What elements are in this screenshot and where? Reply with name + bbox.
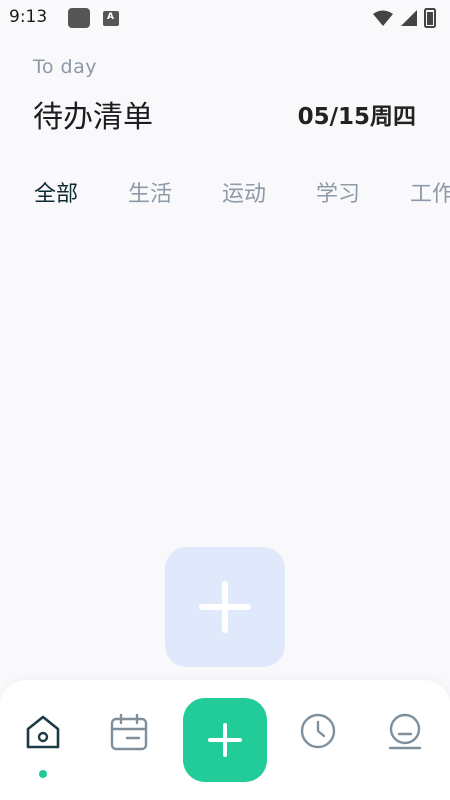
- tab-life[interactable]: 生活: [128, 176, 172, 208]
- header-subtitle: To day: [33, 56, 97, 78]
- app-a-notification-icon: [103, 11, 119, 26]
- date-display: 05/15周四: [297, 104, 416, 130]
- clock-icon: [300, 713, 336, 749]
- profile-icon: [388, 713, 422, 750]
- active-indicator-dot: [39, 770, 47, 778]
- tab-study[interactable]: 学习: [316, 176, 360, 208]
- bottom-navigation: [0, 680, 450, 800]
- tab-work[interactable]: 工作: [410, 176, 450, 208]
- status-bar: 9:13: [0, 0, 450, 36]
- status-time: 9:13: [9, 7, 48, 27]
- nav-clock[interactable]: [298, 712, 338, 752]
- nav-home[interactable]: [23, 712, 63, 752]
- tab-sports[interactable]: 运动: [222, 176, 266, 208]
- status-icons: [372, 8, 444, 28]
- nav-profile[interactable]: [385, 712, 425, 752]
- wifi-signal-battery-icon: [373, 8, 436, 28]
- app-notification-icon: [68, 8, 90, 28]
- page-title: 待办清单: [33, 100, 153, 135]
- add-task-placeholder-button[interactable]: [165, 547, 285, 667]
- category-tabs: 全部 生活 运动 学习 工作: [0, 172, 450, 212]
- tab-all[interactable]: 全部: [34, 176, 78, 208]
- calendar-icon: [110, 713, 148, 751]
- add-task-button[interactable]: [183, 698, 267, 782]
- home-icon: [26, 715, 60, 749]
- nav-calendar[interactable]: [109, 712, 149, 752]
